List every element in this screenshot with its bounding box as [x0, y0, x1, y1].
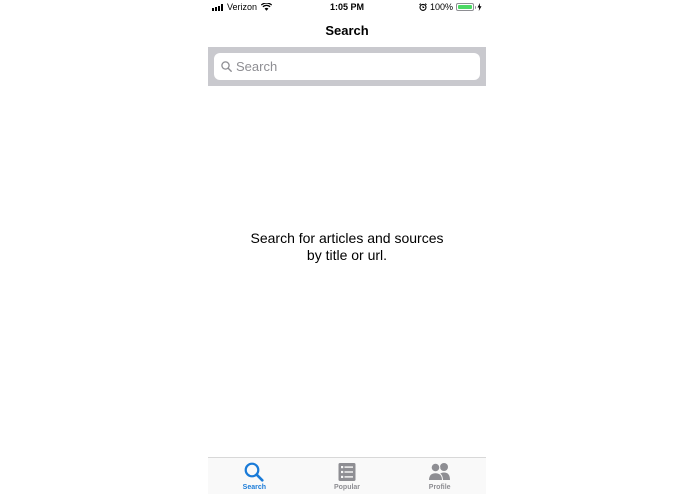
tab-popular-label: Popular: [333, 484, 361, 491]
tab-search[interactable]: Search: [208, 458, 301, 494]
search-icon: [244, 462, 264, 482]
phone-screen: Verizon 1:05 PM 100% Search Search Searc…: [208, 0, 486, 494]
tab-search-label: Search: [242, 484, 267, 491]
tab-profile[interactable]: Profile: [393, 458, 486, 494]
search-input[interactable]: [236, 59, 456, 74]
status-bar: Verizon 1:05 PM 100%: [208, 0, 486, 15]
search-icon: [221, 61, 232, 72]
battery-percent: 100%: [429, 2, 453, 12]
people-icon: [427, 462, 450, 481]
page-title: Search: [325, 23, 369, 38]
list-icon: [338, 463, 356, 481]
navigation-bar: Search: [208, 15, 486, 47]
search-bar-container: [208, 47, 486, 86]
tab-popular[interactable]: Popular: [301, 458, 394, 494]
tab-bar: Search Popular Profile: [208, 457, 486, 494]
charging-icon: [477, 3, 482, 11]
battery-icon: [456, 3, 476, 11]
empty-state-message: Search for articles and sources by title…: [208, 230, 486, 264]
empty-state-line-1: Search for articles and sources: [250, 230, 444, 246]
empty-state-line-2: by title or url.: [306, 247, 388, 263]
status-right: 100%: [419, 2, 482, 12]
battery-fill: [458, 5, 472, 9]
alarm-icon: [419, 3, 427, 11]
tab-profile-label: Profile: [428, 484, 451, 491]
search-field[interactable]: [214, 53, 480, 80]
